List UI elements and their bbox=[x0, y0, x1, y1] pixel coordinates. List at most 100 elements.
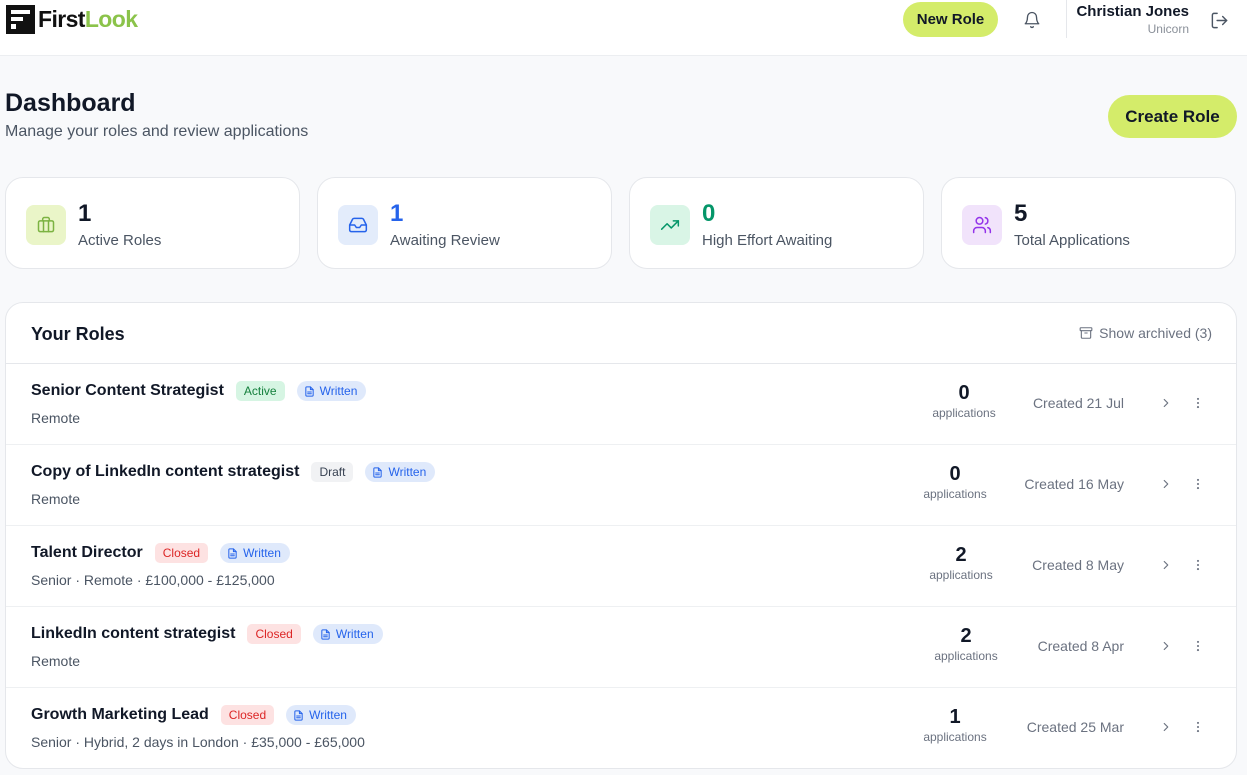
more-vertical-icon[interactable] bbox=[1190, 718, 1206, 736]
chevron-right-icon[interactable] bbox=[1158, 637, 1174, 655]
role-row[interactable]: Growth Marketing Lead Closed Written Sen… bbox=[6, 688, 1236, 768]
header-divider bbox=[1066, 0, 1067, 38]
created-date: Created 8 May bbox=[1032, 557, 1124, 573]
role-meta: Remote bbox=[31, 653, 81, 669]
stat-label: Active Roles bbox=[78, 232, 162, 249]
user-organization: Unicorn bbox=[1147, 22, 1189, 36]
type-badge: Written bbox=[365, 462, 436, 482]
stat-label: High Effort Awaiting bbox=[702, 232, 833, 249]
chevron-right-icon[interactable] bbox=[1158, 556, 1174, 574]
role-row[interactable]: LinkedIn content strategist Closed Writt… bbox=[6, 607, 1236, 688]
stat-card-high-effort[interactable]: 0 High Effort Awaiting bbox=[629, 177, 924, 269]
application-count: 1 applications bbox=[915, 706, 995, 744]
application-count-label: applications bbox=[923, 730, 987, 744]
application-count-label: applications bbox=[934, 649, 998, 663]
document-icon bbox=[294, 709, 303, 721]
role-meta: Remote bbox=[31, 491, 81, 507]
status-badge: Active bbox=[235, 381, 285, 401]
status-badge: Closed bbox=[154, 543, 209, 563]
create-role-button[interactable]: Create Role bbox=[1108, 95, 1237, 138]
stat-value: 1 bbox=[390, 200, 404, 227]
bell-icon[interactable] bbox=[1021, 9, 1043, 31]
document-icon bbox=[228, 547, 237, 559]
application-count: 0 applications bbox=[915, 463, 995, 501]
role-name[interactable]: Growth Marketing Lead bbox=[31, 706, 209, 724]
role-name[interactable]: Senior Content Strategist bbox=[31, 382, 224, 400]
stat-card-awaiting-review[interactable]: 1 Awaiting Review bbox=[317, 177, 612, 269]
application-count-label: applications bbox=[923, 487, 987, 501]
type-badge-label: Written bbox=[388, 465, 427, 479]
created-date: Created 16 May bbox=[1024, 476, 1124, 492]
stat-value: 0 bbox=[702, 200, 716, 227]
logout-icon[interactable] bbox=[1208, 9, 1230, 31]
role-row[interactable]: Copy of LinkedIn content strategist Draf… bbox=[6, 445, 1236, 526]
more-vertical-icon[interactable] bbox=[1190, 394, 1206, 412]
new-role-button[interactable]: New Role bbox=[903, 2, 998, 37]
application-count: 2 applications bbox=[921, 544, 1001, 582]
type-badge-label: Written bbox=[243, 546, 281, 560]
roles-panel: Your Roles Show archived (3) Senior Cont… bbox=[5, 302, 1237, 769]
show-archived-toggle[interactable]: Show archived (3) bbox=[1079, 325, 1212, 341]
role-meta: Remote bbox=[31, 410, 81, 426]
chevron-right-icon[interactable] bbox=[1158, 718, 1174, 736]
created-date: Created 25 Mar bbox=[1026, 719, 1124, 735]
application-count-value: 1 bbox=[949, 706, 961, 728]
user-name: Christian Jones bbox=[1076, 3, 1189, 20]
stat-label: Awaiting Review bbox=[390, 232, 500, 249]
type-badge-label: Written bbox=[319, 384, 358, 398]
role-row[interactable]: Senior Content Strategist Active Written… bbox=[6, 364, 1236, 445]
roles-panel-header: Your Roles Show archived (3) bbox=[6, 303, 1236, 364]
document-icon bbox=[321, 628, 330, 640]
document-icon bbox=[373, 466, 383, 478]
briefcase-icon bbox=[26, 205, 66, 245]
type-badge: Written bbox=[286, 705, 356, 725]
chevron-right-icon[interactable] bbox=[1158, 475, 1174, 493]
logo-text: FirstLook bbox=[38, 5, 138, 32]
type-badge: Written bbox=[220, 543, 290, 563]
role-meta: Senior · Hybrid, 2 days in London · £35,… bbox=[31, 734, 365, 750]
application-count: 0 applications bbox=[924, 382, 1004, 420]
status-badge: Closed bbox=[247, 624, 301, 644]
type-badge-label: Written bbox=[335, 627, 374, 641]
document-icon bbox=[304, 385, 314, 397]
stat-value: 5 bbox=[1014, 200, 1028, 227]
type-badge: Written bbox=[312, 624, 383, 644]
page-subtitle: Manage your roles and review application… bbox=[5, 123, 309, 140]
show-archived-label: Show archived (3) bbox=[1099, 325, 1212, 341]
role-name[interactable]: Copy of LinkedIn content strategist bbox=[31, 463, 299, 481]
stat-card-total-applications[interactable]: 5 Total Applications bbox=[941, 177, 1236, 269]
application-count-value: 0 bbox=[949, 463, 961, 485]
firstlook-logo[interactable]: FirstLook bbox=[6, 4, 138, 34]
stat-value: 1 bbox=[78, 200, 92, 227]
stat-label: Total Applications bbox=[1014, 232, 1130, 249]
role-meta: Senior · Remote · £100,000 - £125,000 bbox=[31, 572, 275, 588]
application-count-label: applications bbox=[932, 406, 996, 420]
created-date: Created 8 Apr bbox=[1037, 638, 1124, 654]
role-row[interactable]: Talent Director Closed Written Senior · … bbox=[6, 526, 1236, 607]
role-name[interactable]: Talent Director bbox=[31, 544, 143, 562]
status-badge: Draft bbox=[311, 462, 354, 482]
users-icon bbox=[962, 205, 1002, 245]
chevron-right-icon[interactable] bbox=[1158, 394, 1174, 412]
application-count-value: 0 bbox=[958, 382, 970, 404]
more-vertical-icon[interactable] bbox=[1190, 637, 1206, 655]
application-count-label: applications bbox=[929, 568, 993, 582]
type-badge: Written bbox=[296, 381, 367, 401]
more-vertical-icon[interactable] bbox=[1190, 475, 1206, 493]
inbox-icon bbox=[338, 205, 378, 245]
roles-panel-title: Your Roles bbox=[31, 324, 125, 344]
more-vertical-icon[interactable] bbox=[1190, 556, 1206, 574]
application-count-value: 2 bbox=[955, 544, 967, 566]
type-badge-label: Written bbox=[309, 708, 347, 722]
logo-mark-icon bbox=[6, 4, 35, 34]
archive-icon bbox=[1079, 327, 1093, 339]
status-badge: Closed bbox=[220, 705, 275, 725]
page-title: Dashboard bbox=[5, 89, 136, 117]
application-count: 2 applications bbox=[926, 625, 1006, 663]
top-bar: FirstLook New Role Christian Jones Unico… bbox=[0, 0, 1247, 56]
application-count-value: 2 bbox=[960, 625, 972, 647]
created-date: Created 21 Jul bbox=[1032, 395, 1124, 411]
trending-up-icon bbox=[650, 205, 690, 245]
stat-card-active-roles[interactable]: 1 Active Roles bbox=[5, 177, 300, 269]
role-name[interactable]: LinkedIn content strategist bbox=[31, 625, 235, 643]
